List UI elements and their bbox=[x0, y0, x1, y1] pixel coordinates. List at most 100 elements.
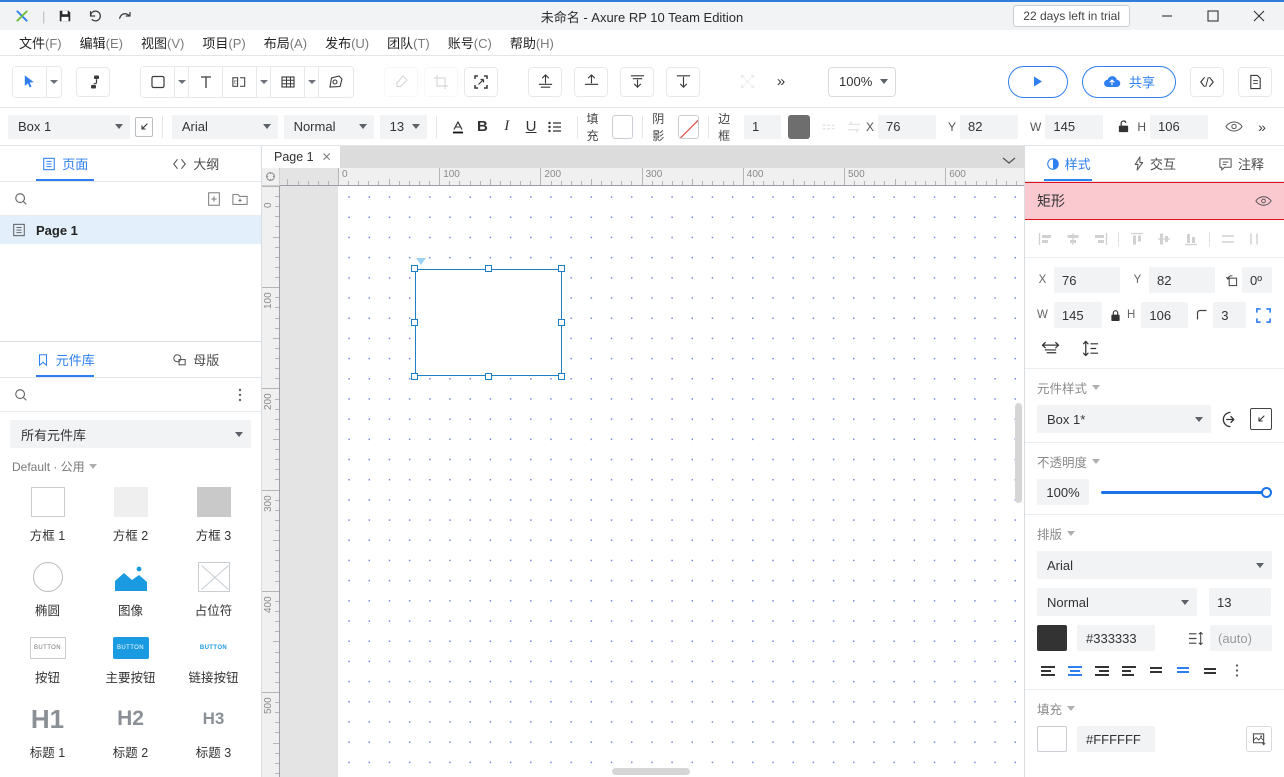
flip-vertical-icon[interactable] bbox=[1077, 337, 1103, 359]
document-icon[interactable] bbox=[1238, 66, 1272, 97]
widget-box1[interactable]: 方框 1 bbox=[6, 481, 89, 550]
chevron-down-icon[interactable] bbox=[1002, 157, 1016, 165]
widget-primary-button[interactable]: BUTTON 主要按钮 bbox=[89, 631, 172, 692]
fill-color-hex-input[interactable]: #FFFFFF bbox=[1077, 726, 1155, 752]
line-height-input[interactable]: (auto) bbox=[1210, 625, 1272, 651]
align-left-icon[interactable] bbox=[1037, 660, 1059, 680]
menu-team[interactable]: 团队(T) bbox=[378, 30, 439, 55]
menu-file[interactable]: 文件(F) bbox=[10, 30, 71, 55]
more-vertical-icon[interactable] bbox=[1226, 660, 1248, 680]
tab-library[interactable]: 元件库 bbox=[0, 342, 131, 377]
x-input[interactable]: 76 bbox=[1054, 267, 1120, 293]
close-icon[interactable] bbox=[1236, 1, 1282, 31]
lock-icon[interactable] bbox=[1110, 309, 1121, 322]
flip-horizontal-icon[interactable] bbox=[1037, 337, 1063, 359]
align-center-icon[interactable] bbox=[1064, 660, 1086, 680]
axure-logo-icon[interactable] bbox=[8, 4, 36, 28]
opacity-title[interactable]: 不透明度 bbox=[1037, 452, 1272, 471]
cursor-dropdown-icon[interactable] bbox=[47, 67, 61, 97]
align-top-icon[interactable] bbox=[574, 66, 608, 97]
font-weight-select[interactable]: Normal bbox=[1037, 588, 1197, 616]
corner-radius-input[interactable]: 3 bbox=[1213, 302, 1246, 328]
italic-button[interactable]: I bbox=[495, 114, 519, 140]
x-input[interactable]: 76 bbox=[878, 114, 937, 139]
widget-heading2[interactable]: H2 标题 2 bbox=[89, 698, 172, 767]
canvas-vertical-scrollbar[interactable] bbox=[1015, 403, 1022, 503]
border-color-swatch[interactable] bbox=[787, 114, 811, 139]
eye-icon[interactable] bbox=[1255, 195, 1272, 207]
selected-rectangle-widget[interactable] bbox=[414, 268, 562, 377]
search-icon[interactable] bbox=[10, 188, 32, 210]
rectangle-dropdown-icon[interactable] bbox=[175, 66, 189, 97]
widget-name-field[interactable]: 矩形 bbox=[1025, 182, 1284, 220]
resize-handle-top-left[interactable] bbox=[411, 265, 419, 273]
design-canvas[interactable] bbox=[280, 186, 1024, 777]
tab-pages[interactable]: 页面 bbox=[0, 146, 131, 181]
menu-view[interactable]: 视图(V) bbox=[132, 30, 193, 55]
add-page-icon[interactable] bbox=[203, 188, 225, 210]
widget-style-title[interactable]: 元件样式 bbox=[1037, 378, 1272, 397]
resize-handle-bottom-left[interactable] bbox=[411, 372, 419, 380]
widget-image[interactable]: 图像 bbox=[89, 556, 172, 625]
line-height-icon[interactable] bbox=[1188, 631, 1204, 646]
y-input[interactable]: 82 bbox=[960, 114, 1019, 139]
fill-title[interactable]: 填充 bbox=[1037, 699, 1272, 718]
menu-layout[interactable]: 布局(A) bbox=[255, 30, 316, 55]
undo-icon[interactable] bbox=[81, 4, 109, 28]
minimize-icon[interactable] bbox=[1144, 1, 1190, 31]
widget-link-button[interactable]: BUTTON 链接按钮 bbox=[172, 631, 255, 692]
resize-handle-middle-left[interactable] bbox=[411, 319, 419, 327]
search-icon[interactable] bbox=[10, 384, 32, 406]
resize-handle-middle-right[interactable] bbox=[558, 319, 566, 327]
text-icon[interactable] bbox=[189, 66, 223, 97]
bold-button[interactable]: B bbox=[470, 114, 494, 140]
style-picker-icon[interactable] bbox=[135, 116, 153, 137]
ruler-origin-button[interactable] bbox=[262, 168, 280, 186]
font-family-select[interactable]: Arial bbox=[171, 114, 279, 139]
underline-button[interactable]: U bbox=[519, 114, 543, 140]
vertical-ruler[interactable]: 0100200300400500600 bbox=[262, 186, 280, 777]
snapshot-icon[interactable]: E bbox=[223, 66, 257, 97]
w-input[interactable]: 145 bbox=[1045, 114, 1104, 139]
shadow-swatch[interactable] bbox=[678, 114, 700, 139]
w-input[interactable]: 145 bbox=[1053, 302, 1103, 328]
expand-corners-icon[interactable] bbox=[1255, 304, 1272, 326]
transform-icon[interactable] bbox=[464, 66, 498, 97]
resize-handle-top-right[interactable] bbox=[558, 265, 566, 273]
align-justify-icon[interactable] bbox=[1118, 660, 1140, 680]
align-bottom-icon[interactable] bbox=[528, 66, 562, 97]
widget-placeholder[interactable]: 占位符 bbox=[172, 556, 255, 625]
fill-swatch[interactable] bbox=[612, 114, 634, 139]
align-right-icon[interactable] bbox=[1091, 660, 1113, 680]
more-vertical-icon[interactable] bbox=[229, 384, 251, 406]
valign-bottom-icon[interactable] bbox=[1199, 660, 1221, 680]
tab-style[interactable]: 样式 bbox=[1025, 146, 1111, 181]
widget-ellipse[interactable]: 椭圆 bbox=[6, 556, 89, 625]
rectangle-icon[interactable] bbox=[141, 66, 175, 97]
library-group-header[interactable]: Default · 公用 bbox=[0, 450, 261, 477]
menu-publish[interactable]: 发布(U) bbox=[316, 30, 378, 55]
property-bar-overflow[interactable]: » bbox=[1248, 114, 1276, 140]
bullet-list-icon[interactable] bbox=[543, 114, 567, 140]
rotation-handle[interactable] bbox=[415, 257, 426, 265]
canvas-horizontal-scrollbar[interactable] bbox=[612, 768, 690, 775]
menu-edit[interactable]: 编辑(E) bbox=[71, 30, 132, 55]
add-image-icon[interactable] bbox=[1246, 726, 1272, 752]
fill-color-swatch[interactable] bbox=[1037, 726, 1067, 752]
widget-style-select[interactable]: Box 1* bbox=[1037, 405, 1211, 433]
font-size-input[interactable]: 13 bbox=[1209, 588, 1271, 616]
font-color-swatch[interactable] bbox=[1037, 625, 1067, 651]
font-family-select[interactable]: Arial bbox=[1037, 551, 1272, 579]
typography-title[interactable]: 排版 bbox=[1037, 524, 1272, 543]
toolbar-overflow-button[interactable]: » bbox=[764, 66, 798, 97]
font-color-hex-input[interactable]: #333333 bbox=[1077, 625, 1155, 651]
preview-button[interactable] bbox=[1007, 65, 1068, 98]
h-input[interactable]: 106 bbox=[1141, 302, 1189, 328]
widget-box3[interactable]: 方框 3 bbox=[172, 481, 255, 550]
apply-style-icon[interactable] bbox=[1221, 410, 1240, 429]
connector-icon[interactable] bbox=[76, 66, 110, 97]
tab-masters[interactable]: 母版 bbox=[131, 342, 262, 377]
canvas-tab-page1[interactable]: Page 1 ✕ bbox=[262, 146, 340, 168]
menu-account[interactable]: 账号(C) bbox=[439, 30, 501, 55]
opacity-input[interactable]: 100% bbox=[1037, 479, 1089, 505]
